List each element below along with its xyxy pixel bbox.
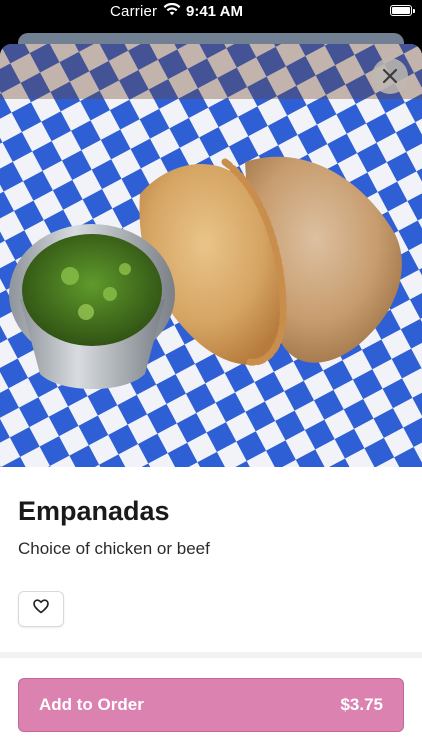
- status-left: Carrier: [110, 2, 181, 20]
- close-icon: [382, 68, 398, 84]
- item-price: $3.75: [340, 695, 383, 714]
- item-description: Choice of chicken or beef: [18, 538, 210, 558]
- carrier-label: Carrier: [110, 3, 158, 20]
- item-title: Empanadas: [18, 496, 170, 526]
- screen: Carrier 9:41 AM Empanadas Choice of chic…: [0, 0, 422, 750]
- heart-icon: [33, 599, 49, 619]
- item-detail-sheet: Empanadas Choice of chicken or beef Add …: [0, 44, 422, 750]
- favorite-button[interactable]: [18, 590, 64, 627]
- footer: Add to Order $3.75: [0, 652, 422, 750]
- add-to-order-label: Add to Order: [39, 695, 144, 714]
- close-button[interactable]: [372, 58, 408, 94]
- battery-icon: [390, 5, 415, 16]
- status-time: 9:41 AM: [186, 3, 243, 20]
- item-photo: [0, 44, 422, 467]
- status-bar: Carrier 9:41 AM: [0, 0, 422, 26]
- add-to-order-button[interactable]: Add to Order $3.75: [18, 678, 404, 732]
- item-details: Empanadas Choice of chicken or beef: [0, 467, 422, 627]
- wifi-icon: [163, 2, 181, 20]
- food-photo-illustration: [0, 44, 422, 467]
